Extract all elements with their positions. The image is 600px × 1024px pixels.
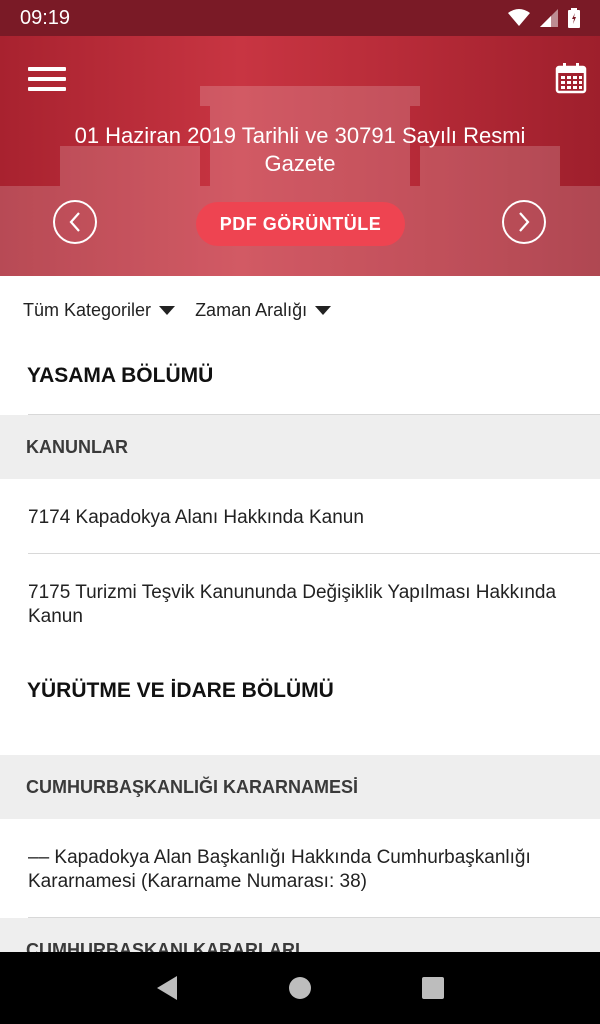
date-range-filter-label: Zaman Aralığı — [195, 299, 308, 320]
list-item[interactable]: 7175 Turizmi Teşvik Kanununda Değişiklik… — [28, 581, 578, 629]
category-filter-label: Tüm Kategoriler — [23, 299, 152, 320]
filter-bar: Tüm Kategoriler Zaman Aralığı — [0, 276, 600, 344]
home-button[interactable] — [270, 958, 330, 1018]
recents-icon — [422, 977, 445, 999]
gazette-title: 01 Haziran 2019 Tarihli ve 30791 Sayılı … — [74, 123, 526, 176]
signal-icon — [540, 9, 558, 27]
header-banner: 01 Haziran 2019 Tarihli ve 30791 Sayılı … — [0, 36, 600, 276]
chevron-right-icon — [519, 212, 530, 232]
status-time: 09:19 — [20, 6, 71, 29]
menu-icon-bar — [28, 87, 66, 91]
chevron-left-icon — [69, 212, 80, 232]
back-icon — [156, 976, 177, 1000]
status-icons — [508, 8, 580, 28]
home-icon — [288, 977, 311, 999]
battery-icon — [568, 8, 580, 28]
menu-icon-bar — [28, 67, 66, 71]
date-range-filter[interactable]: Zaman Aralığı — [195, 299, 332, 321]
dropdown-caret-icon — [159, 305, 176, 315]
list-item[interactable]: –– Kapadokya Alan Başkanlığı Hakkında Cu… — [28, 846, 578, 894]
category-filter[interactable]: Tüm Kategoriler — [23, 299, 176, 321]
status-bar: 09:19 — [0, 0, 600, 36]
section-title: YASAMA BÖLÜMÜ — [27, 364, 214, 387]
wifi-icon — [508, 9, 530, 26]
next-issue-button[interactable] — [502, 200, 546, 244]
system-navigation-bar — [0, 952, 600, 1024]
recents-button[interactable] — [403, 958, 463, 1018]
previous-issue-button[interactable] — [53, 200, 97, 244]
category-header: CUMHURBAŞKANLIĞI KARARNAMESİ — [0, 755, 600, 819]
section-title: YÜRÜTME VE İDARE BÖLÜMÜ — [27, 679, 334, 702]
calendar-icon[interactable] — [555, 62, 587, 94]
pdf-view-button[interactable]: PDF GÖRÜNTÜLE — [196, 202, 405, 246]
menu-icon-bar — [28, 77, 66, 81]
divider — [28, 553, 600, 554]
list-item[interactable]: 7174 Kapadokya Alanı Hakkında Kanun — [28, 506, 578, 530]
back-button[interactable] — [137, 958, 197, 1018]
category-header: KANUNLAR — [0, 415, 600, 479]
menu-button[interactable] — [28, 64, 66, 94]
dropdown-caret-icon — [315, 305, 332, 315]
